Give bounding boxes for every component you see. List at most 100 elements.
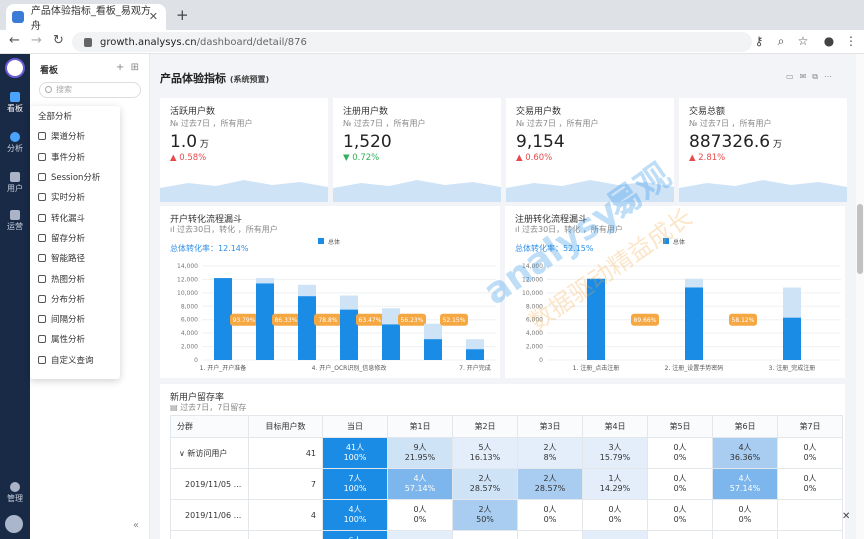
row-label-cell: 2019/11/06 ... xyxy=(170,499,249,531)
search-input[interactable]: 搜索 xyxy=(39,82,141,98)
retention-cell: 1人 xyxy=(387,530,453,539)
table-row[interactable]: ∨ 新访问用户 41 41人 100% 9人 21.95% 5人 16.13% 2人 8% 3人 15… xyxy=(170,437,843,469)
share-icon[interactable]: ⧉ xyxy=(812,72,824,81)
reload-icon[interactable]: ↻ xyxy=(53,33,64,48)
kpi-value-number: 9,154 xyxy=(516,132,565,152)
url-field[interactable]: growth.analysys.cn/dashboard/detail/876 xyxy=(72,32,752,52)
menu-item[interactable]: 全部分析 xyxy=(30,106,120,126)
kpi-value: 1.0 万 xyxy=(170,132,209,152)
nav-users[interactable]: 用户 xyxy=(0,172,30,194)
y-tick-label: 10,000 xyxy=(177,290,198,297)
collapse-sidebar-icon[interactable]: « xyxy=(133,520,139,531)
menu-item[interactable]: 实时分析 xyxy=(30,187,120,207)
table-row[interactable]: 2019/11/05 ... 7 7人 100% 4人 57.14% 2人 28.57% 2人 2… xyxy=(170,468,843,500)
y-tick-label: 6,000 xyxy=(181,317,198,324)
close-tab-icon[interactable]: ✕ xyxy=(149,10,158,23)
retention-cell: 7人 100% xyxy=(322,468,388,500)
menu-item[interactable]: 留存分析 xyxy=(30,228,120,248)
retention-cell: 3人 15.79% xyxy=(582,437,648,469)
nav-analysis[interactable]: 分析 xyxy=(0,132,30,154)
retention-rate: 14.29% xyxy=(599,484,631,493)
x-tick-label: 1. 注册_点击注册 xyxy=(573,364,620,372)
menu-item[interactable]: 属性分析 xyxy=(30,329,120,349)
menu-item[interactable]: 自定义查询 xyxy=(30,350,120,370)
y-tick-label: 12,000 xyxy=(177,276,198,283)
conversion-rate-label: 78.8% xyxy=(318,317,337,324)
menu-item-label: 全部分析 xyxy=(38,112,73,123)
nav-dashboard[interactable]: 看板 xyxy=(0,92,30,114)
back-icon[interactable]: ← xyxy=(9,33,20,48)
nav-dashboard-label: 看板 xyxy=(7,104,23,113)
retention-count: 2人 xyxy=(478,505,492,514)
forward-icon[interactable]: → xyxy=(31,33,42,48)
mail-icon[interactable]: ✉ xyxy=(800,72,813,81)
avatar[interactable] xyxy=(5,515,23,533)
funnel-card-register: 注册转化流程漏斗 ıl 过去30日，转化 ，所有用户 总体转化率：52.15% … xyxy=(505,206,845,378)
target-count-cell: 6 xyxy=(248,530,323,539)
retention-icon xyxy=(38,233,46,242)
search-placeholder: 搜索 xyxy=(56,85,72,94)
browser-menu-icon[interactable]: ⋮ xyxy=(844,34,858,48)
page-scrollbar[interactable] xyxy=(856,54,864,539)
filter-icon[interactable]: ▭ xyxy=(786,72,800,81)
legend-label: 总体 xyxy=(673,238,685,246)
menu-item[interactable]: 转化漏斗 xyxy=(30,207,120,227)
url-path: /dashboard/detail/876 xyxy=(196,36,307,48)
legend-swatch xyxy=(663,238,669,244)
retention-count: 7人 xyxy=(348,474,362,483)
pie-chart-icon xyxy=(10,132,20,142)
profile-icon[interactable]: ● xyxy=(822,34,836,48)
y-tick-label: 12,000 xyxy=(522,276,543,283)
retention-meta: ▤ 过去7日，7日留存 xyxy=(170,402,246,413)
menu-item[interactable]: 间隔分析 xyxy=(30,309,120,329)
retention-rate: 57.14% xyxy=(404,484,436,493)
retention-count: 4人 xyxy=(738,474,752,483)
retention-cell: 2人 8% xyxy=(517,437,583,469)
row-label: 2019/11/06 ... xyxy=(185,510,242,520)
nav-analysis-label: 分析 xyxy=(7,144,23,153)
bookmark-star-icon[interactable]: ☆ xyxy=(796,34,810,48)
bar-converted xyxy=(256,283,274,360)
zoom-icon[interactable]: ⌕ xyxy=(774,34,788,48)
new-tab-icon[interactable]: + xyxy=(176,6,189,24)
menu-item-label: 热图分析 xyxy=(51,274,86,285)
menu-item[interactable]: 热图分析 xyxy=(30,268,120,288)
retention-count: 0人 xyxy=(673,474,687,483)
query-icon xyxy=(38,355,46,364)
path-icon xyxy=(38,254,46,263)
y-tick-label: 4,000 xyxy=(526,330,543,337)
kpi-meta: № 过去7日 ，所有用户 xyxy=(516,118,599,129)
more-icon[interactable]: ⋯ xyxy=(824,72,838,81)
key-icon[interactable]: ⚷ xyxy=(752,34,766,48)
main-content: 产品体验指标 (系统预置) ▭✉⧉⋯ 活跃用户数 № 过去7日 ，所有用户 1.0 … xyxy=(150,54,864,539)
kpi-value: 887326.6 万 xyxy=(689,132,782,152)
retention-cell: 2人 28.57% xyxy=(517,468,583,500)
menu-item[interactable]: 事件分析 xyxy=(30,147,120,167)
sidebar-actions: + ⊞ xyxy=(116,62,139,73)
kpi-value-number: 1.0 xyxy=(170,132,198,152)
conversion-rate-label: 93.79% xyxy=(233,317,256,324)
table-row[interactable]: 2019/11/07 ...66人100%1人1人 xyxy=(170,530,843,539)
browser-tab[interactable]: 产品体验指标_看板_易观方舟 ✕ xyxy=(6,4,166,32)
app-logo[interactable] xyxy=(5,58,25,78)
close-icon[interactable]: ✕ xyxy=(842,511,850,522)
scrollbar-thumb[interactable] xyxy=(857,204,863,274)
menu-item[interactable]: 渠道分析 xyxy=(30,126,120,146)
dashboard-icon xyxy=(10,92,20,102)
retention-rate: 0% xyxy=(608,515,622,524)
nav-operation[interactable]: 运营 xyxy=(0,210,30,232)
calendar-icon: № xyxy=(343,119,354,128)
menu-item[interactable]: Session分析 xyxy=(30,167,120,187)
retention-rate: 100% xyxy=(343,484,367,493)
menu-item[interactable]: 分布分析 xyxy=(30,289,120,309)
retention-cell: 6人100% xyxy=(322,530,388,539)
add-icon[interactable]: + xyxy=(116,62,124,73)
menu-item-label: 自定义查询 xyxy=(51,355,94,366)
retention-count: 41人 xyxy=(345,443,365,452)
nav-settings[interactable]: 管理 xyxy=(0,482,30,504)
grid-icon[interactable]: ⊞ xyxy=(131,62,139,73)
table-row[interactable]: 2019/11/06 ... 4 4人 100% 0人 0% 2人 50% 0人 0% 0人 0% 0人… xyxy=(170,499,843,531)
retention-rate: 0% xyxy=(738,515,752,524)
menu-item[interactable]: 智能路径 xyxy=(30,248,120,268)
kpi-title: 交易用户数 xyxy=(516,107,562,117)
